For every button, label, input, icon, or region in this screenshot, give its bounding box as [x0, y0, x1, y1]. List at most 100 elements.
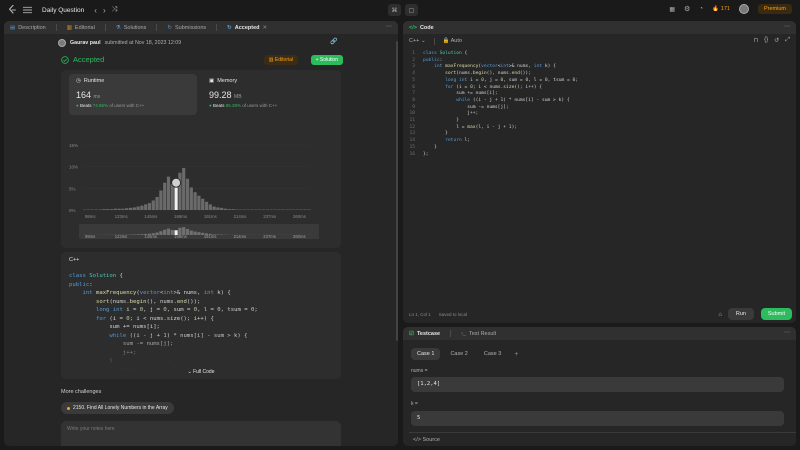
histogram-bar	[159, 190, 163, 210]
tab-code[interactable]: </> Code	[409, 25, 434, 31]
braces-icon[interactable]: {}	[764, 37, 768, 44]
shuffle-icon[interactable]: ⤨	[112, 6, 118, 14]
histogram-bar	[128, 207, 133, 210]
notes-button[interactable]: ▢	[405, 4, 418, 16]
overview-bar	[132, 234, 136, 235]
code-more-options-icon[interactable]: ⋯	[784, 23, 790, 30]
overview-bar	[136, 234, 140, 235]
reset-icon[interactable]: ↺	[774, 37, 779, 44]
share-link-icon[interactable]: 🔗	[330, 38, 337, 45]
editorial-button[interactable]: ▥ Editorial	[263, 55, 298, 65]
premium-button[interactable]: Premium	[757, 4, 792, 14]
auto-mode[interactable]: 🔒 Auto	[443, 38, 462, 44]
histogram-bar	[182, 167, 186, 210]
overview-bar	[140, 234, 144, 235]
histogram-bar	[147, 203, 152, 210]
runtime-card[interactable]: ◷ Runtime 164 ms ● Beats 74.86% of users …	[69, 74, 197, 115]
user-avatar[interactable]	[738, 4, 749, 14]
overview-bar	[193, 231, 197, 235]
debug-button[interactable]: ⌘	[388, 4, 401, 16]
run-button[interactable]: Run	[727, 308, 754, 320]
case-tab-3[interactable]: Case 3	[478, 348, 507, 360]
k-input[interactable]: 5	[411, 411, 784, 426]
lock-icon: 🔒	[442, 38, 450, 44]
line-numbers: 1 2 3 4 5 6 7 8 9 10 11 12 13 14 15 16	[409, 51, 415, 157]
editor-code[interactable]: class Solution { public: int maxFrequenc…	[419, 51, 578, 158]
submissions-icon: ↻	[167, 24, 172, 31]
overview-bar	[159, 231, 163, 235]
nums-input[interactable]: [1,2,4]	[411, 377, 784, 392]
bookmark-icon[interactable]: ⊓	[753, 37, 758, 44]
problem-list-icon[interactable]	[23, 6, 32, 14]
histogram-bar	[155, 197, 159, 210]
overview-tick-label: 237ms	[263, 234, 276, 239]
save-status: Saved to local	[438, 312, 468, 317]
challenge-chip[interactable]: 2150. Find All Lonely Numbers in the Arr…	[61, 402, 174, 414]
tab-description[interactable]: ▤ Description	[10, 25, 46, 31]
overview-bar	[163, 229, 167, 235]
chip-icon: ▣	[209, 78, 215, 84]
top-bar: Daily Question ‹ › ⤨ ⌘ ▢ ▦ ⚙ ◔ 🔥 171 Prem…	[0, 0, 800, 20]
submission-meta: submitted at Nov 18, 2023 12:09	[104, 40, 182, 46]
code-toolbar: C++ ⌄ 🔒 Auto ⊓ {} ↺ ⤢	[403, 34, 796, 48]
histogram-bar	[227, 209, 231, 210]
x-tick-label: 98ms	[85, 214, 96, 219]
notes-input[interactable]: Write your notes here	[61, 421, 341, 446]
daily-question-title[interactable]: Daily Question	[42, 7, 84, 14]
add-solution-button[interactable]: + Solution	[310, 55, 343, 65]
histogram-bar	[178, 172, 182, 210]
prev-problem-icon[interactable]: ‹	[94, 6, 97, 15]
chevron-down-icon: ⌄	[420, 38, 426, 44]
editor-status: Ln 1, Col 1 Saved to local	[409, 312, 467, 317]
histogram-bar	[117, 208, 121, 210]
overview-tick-label: 260ms	[293, 234, 306, 239]
notifications-icon[interactable]: ◔	[699, 6, 703, 12]
full-code-button[interactable]: ⌄ Full Code	[61, 369, 341, 375]
submission-header: Gaurav paul submitted at Nov 18, 2023 12…	[4, 34, 398, 47]
streak-counter[interactable]: 🔥 171	[712, 6, 730, 12]
histogram-bar	[121, 208, 125, 210]
language-select[interactable]: C++ ⌄	[409, 38, 426, 44]
add-case-icon[interactable]: +	[514, 351, 518, 358]
code-editor[interactable]: 1 2 3 4 5 6 7 8 9 10 11 12 13 14 15 16 c…	[403, 48, 796, 158]
overview-bar	[216, 234, 220, 235]
settings-icon[interactable]: ⚙	[684, 5, 690, 13]
x-tick-label: 191ms	[204, 214, 217, 219]
more-challenges-heading: More challenges	[61, 389, 102, 395]
terminal-icon: ›_	[461, 330, 466, 337]
clock-icon: ◷	[76, 78, 81, 84]
histogram-bar	[166, 176, 171, 210]
left-scrollbar[interactable]	[396, 41, 398, 341]
leetcode-logo-icon[interactable]	[8, 5, 17, 15]
layout-icon[interactable]: ▦	[669, 6, 675, 13]
memory-card[interactable]: ▣ Memory 99.28 MB ● Beats 85.39% of users…	[207, 74, 335, 115]
fullscreen-icon[interactable]: ⤢	[785, 37, 790, 44]
tab-testcase[interactable]: ☑ Testcase	[409, 331, 440, 337]
case-tab-1[interactable]: Case 1	[411, 348, 441, 360]
more-options-icon[interactable]: ⋯	[386, 23, 392, 30]
tab-separator	[55, 24, 57, 31]
source-toggle[interactable]: </> Source	[409, 432, 796, 446]
histogram-bar	[102, 209, 106, 210]
runtime-distribution-chart[interactable]: 15% 10% 5% 0% 98ms 123ms 145ms 168ms 191ms 214ms 2…	[61, 138, 341, 248]
x-tick-label: 260ms	[293, 214, 306, 219]
test-more-options-icon[interactable]: ⋯	[784, 329, 790, 336]
histogram-bar	[125, 208, 129, 210]
submit-button[interactable]: Submit	[760, 308, 792, 320]
tab-solutions[interactable]: ⚗ Solutions	[116, 25, 147, 31]
tab-accepted[interactable]: ↻ Accepted ✕	[227, 25, 267, 31]
submitter-name[interactable]: Gaurav paul	[70, 40, 101, 46]
histogram-bar	[185, 178, 190, 210]
tab-submissions[interactable]: ↻ Submissions	[167, 25, 206, 31]
next-problem-icon[interactable]: ›	[103, 6, 106, 15]
upload-icon[interactable]: ⌂	[718, 312, 722, 318]
difficulty-dot-icon	[67, 406, 70, 410]
tab-editorial[interactable]: ▥ Editorial	[67, 25, 95, 31]
histogram-bar	[220, 207, 224, 210]
tab-test-result[interactable]: ›_ Test Result	[461, 331, 496, 337]
case-tab-2[interactable]: Case 2	[444, 348, 473, 360]
close-tab-icon[interactable]: ✕	[263, 25, 268, 31]
cursor-position: Ln 1, Col 1	[409, 312, 431, 317]
nums-label: nums =	[411, 368, 428, 374]
histogram-bar	[132, 207, 136, 210]
